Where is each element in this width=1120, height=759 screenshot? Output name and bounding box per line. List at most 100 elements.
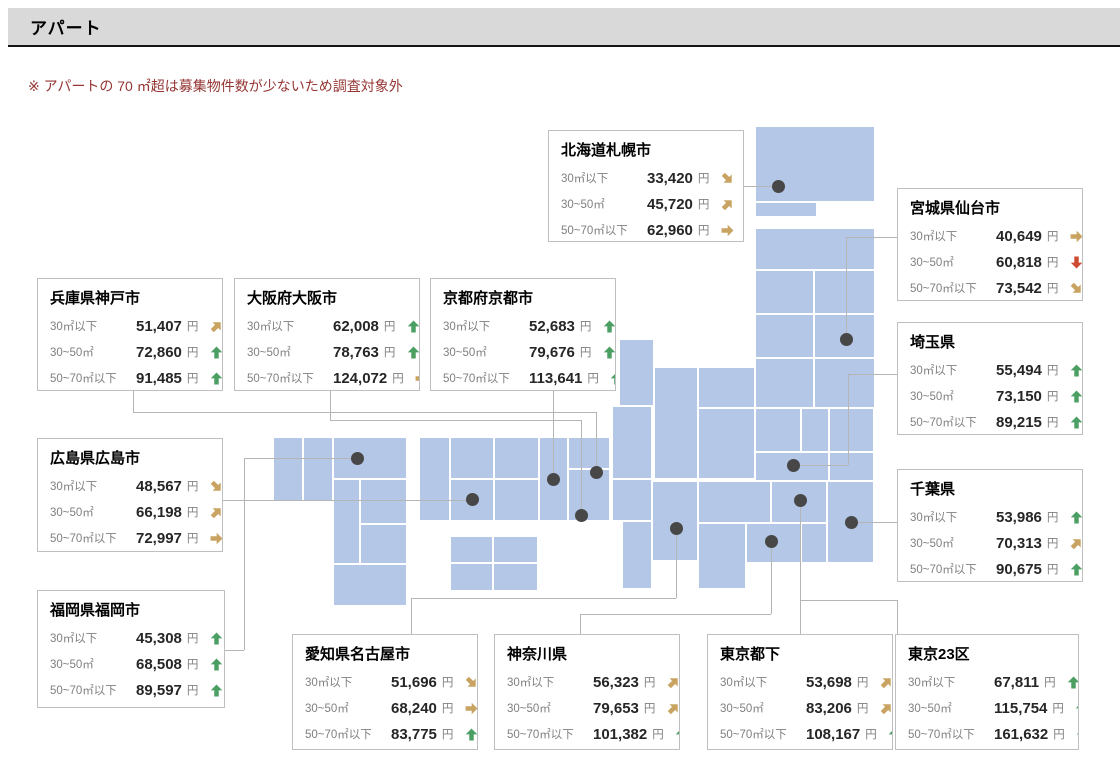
region-name: 神奈川県 [507,643,667,664]
price-row: 50~70㎡以下62,960円 [561,217,731,242]
size-label: 30~50㎡ [247,344,333,360]
region-name: 兵庫県神戸市 [50,287,210,308]
size-label: 50~70㎡以下 [507,726,593,742]
region-card: 埼玉県 30㎡以下55,494円30~50㎡73,150円50~70㎡以下89,… [897,322,1083,435]
trend-right-icon [721,224,734,237]
price-rows: 30㎡以下33,420円30~50㎡45,720円50~70㎡以下62,960円 [561,165,731,242]
region-name: 京都府京都市 [443,287,603,308]
price-value: 33,420 [647,170,693,187]
map-tile [451,438,493,478]
map-tile [495,480,538,520]
region-card: 広島県広島市 30㎡以下48,567円30~50㎡66,198円50~70㎡以下… [37,438,223,552]
currency-unit: 円 [187,344,201,360]
price-value: 60,818 [996,254,1042,271]
currency-unit: 円 [187,478,201,494]
trend-up-icon [210,372,223,385]
price-row: 30~50㎡83,206円 [720,695,880,721]
connector-line [897,600,898,634]
connector-line [244,458,245,650]
size-label: 30㎡以下 [720,674,806,690]
trend-up-icon [407,320,420,333]
region-card: 東京都下 30㎡以下53,698円30~50㎡83,206円50~70㎡以下10… [707,634,893,750]
trend-down-right-icon [718,169,736,187]
price-value: 79,653 [593,700,639,717]
map-tile [451,537,492,562]
price-value: 72,997 [136,530,182,547]
price-row: 30㎡以下53,986円 [910,504,1070,530]
size-label: 30~50㎡ [720,700,806,716]
map-tile [830,409,873,451]
price-value: 51,407 [136,318,182,335]
size-label: 30~50㎡ [443,344,529,360]
note-text: ※ アパートの 70 ㎡超は募集物件数が少ないため調査対象外 [28,76,403,96]
region-name: 東京都下 [720,643,880,664]
map-tile [830,453,873,480]
size-label: 30㎡以下 [910,362,996,378]
connector-line [851,522,897,523]
price-value: 62,960 [647,222,693,239]
price-value: 53,698 [806,674,852,691]
trend-right-icon [210,532,223,545]
price-value: 68,508 [136,656,182,673]
currency-unit: 円 [442,726,456,742]
trend-up-right-icon [664,673,680,691]
price-row: 30~50㎡68,508円 [50,651,212,677]
price-rows: 30㎡以下51,696円30~50㎡68,240円50~70㎡以下83,775円 [305,669,465,747]
connector-line [848,374,897,375]
size-label: 50~70㎡以下 [720,726,806,742]
map-tile [756,229,874,269]
map-tile [623,522,651,588]
price-value: 115,754 [994,700,1047,717]
price-value: 79,676 [529,344,575,361]
map-tile [420,438,449,520]
map-tile [699,482,770,522]
size-label: 30~50㎡ [50,344,136,360]
price-row: 50~70㎡以下72,997円 [50,525,210,551]
currency-unit: 円 [644,674,658,690]
map-tile [494,564,537,590]
trend-up-icon [210,684,223,697]
price-row: 30~50㎡72,860円 [50,339,210,365]
trend-up-icon [1067,676,1079,689]
connector-line [800,600,897,601]
region-card: 千葉県 30㎡以下53,986円30~50㎡70,313円50~70㎡以下90,… [897,469,1083,582]
connector-line [244,458,357,459]
map-tile [653,482,697,560]
page: アパート ※ アパートの 70 ㎡超は募集物件数が少ないため調査対象外 北海道札… [0,0,1120,759]
connector-line [225,650,244,651]
currency-unit: 円 [384,318,398,334]
currency-unit: 円 [1047,535,1061,551]
size-label: 50~70㎡以下 [910,280,996,296]
trend-right-icon [465,702,478,715]
map-tile [334,480,359,563]
header-bar: アパート [8,8,1120,47]
region-card: 宮城県仙台市 30㎡以下40,649円30~50㎡60,818円50~70㎡以下… [897,188,1083,301]
map-tile [334,565,406,605]
map-tile [274,438,302,500]
trend-up-icon [610,372,616,385]
currency-unit: 円 [652,726,666,742]
price-value: 45,720 [647,196,693,213]
price-row: 30㎡以下51,696円 [305,669,465,695]
price-rows: 30㎡以下55,494円30~50㎡73,150円50~70㎡以下89,215円 [910,357,1070,435]
price-row: 30㎡以下55,494円 [910,357,1070,383]
city-marker [772,180,785,193]
city-marker [765,535,778,548]
size-label: 30㎡以下 [910,228,996,244]
connector-line [580,614,581,634]
price-value: 161,632 [994,726,1048,743]
region-name: 広島県広島市 [50,447,210,468]
map-tile [361,525,406,563]
currency-unit: 円 [187,530,201,546]
price-value: 67,811 [994,674,1039,691]
price-value: 89,215 [996,414,1042,431]
size-label: 50~70㎡以下 [910,561,996,577]
price-row: 30㎡以下67,811円 [908,669,1066,695]
currency-unit: 円 [187,630,201,646]
trend-down-right-icon [462,673,478,691]
price-value: 78,763 [333,344,379,361]
trend-right-icon [1070,230,1083,243]
size-label: 30㎡以下 [443,318,529,334]
price-value: 91,485 [136,370,182,387]
size-label: 30~50㎡ [910,254,996,270]
